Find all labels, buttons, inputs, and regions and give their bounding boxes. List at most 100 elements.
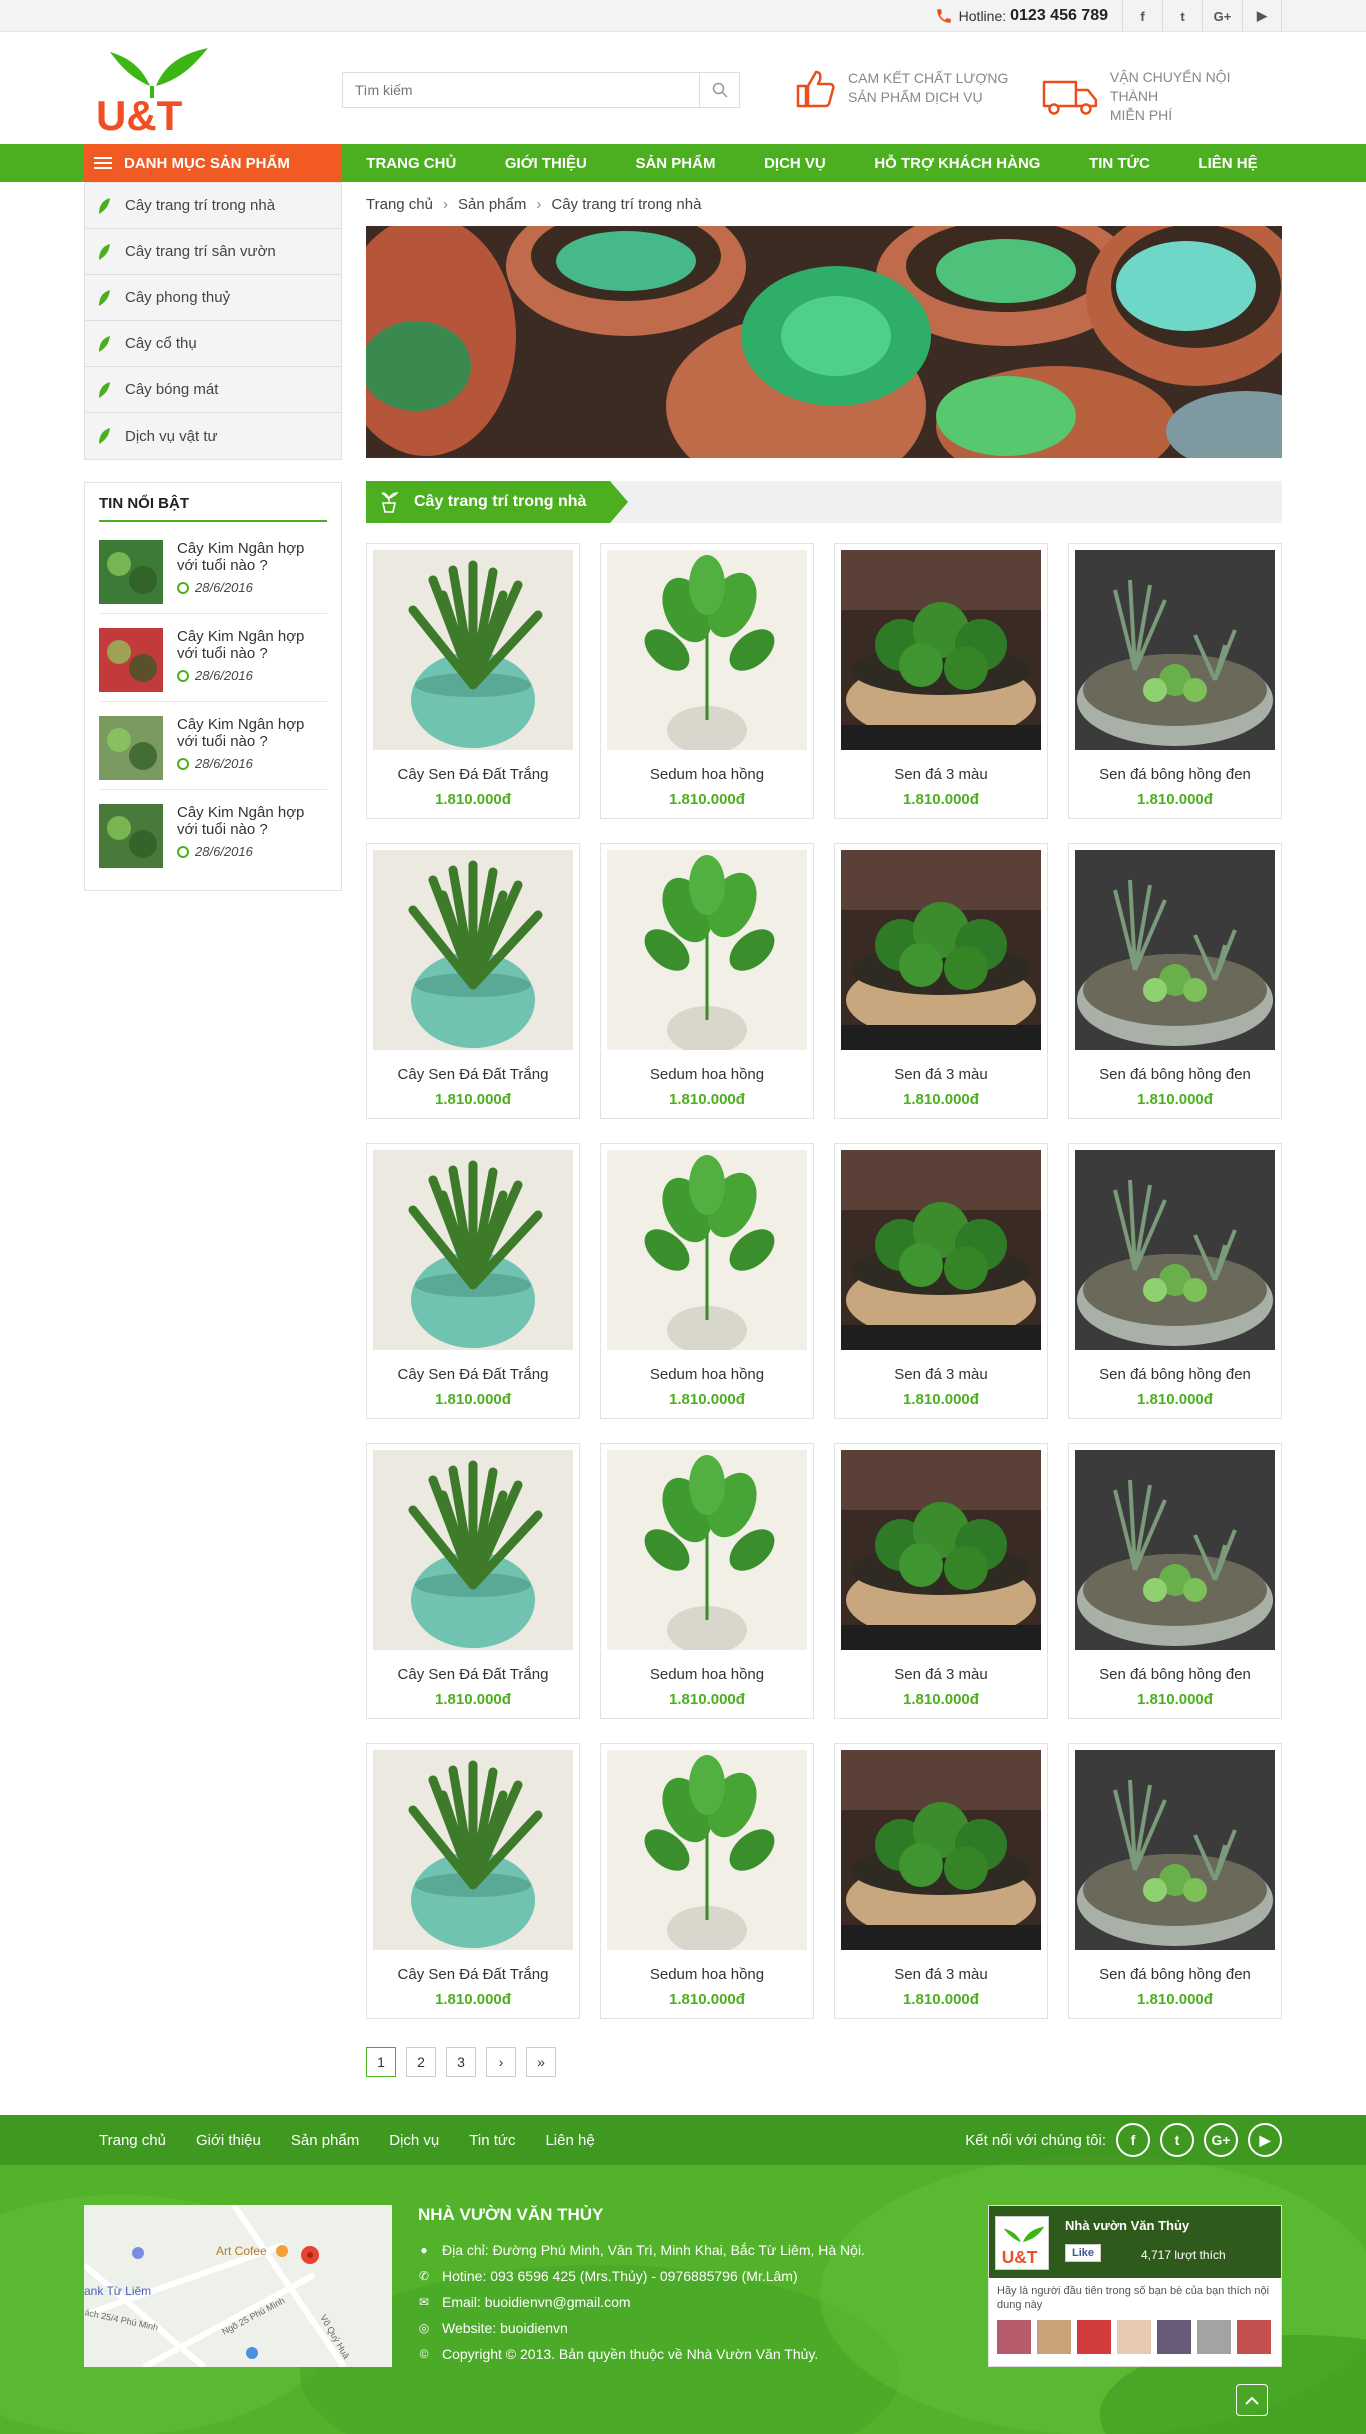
news-item[interactable]: Cây Kim Ngân hợp với tuổi nào ? 28/6/2016	[99, 622, 327, 702]
avatar[interactable]	[997, 2320, 1031, 2354]
nav-item-products[interactable]: Sản phẩm	[635, 155, 715, 172]
site-logo[interactable]: U&T	[92, 38, 214, 136]
nav-item-services[interactable]: Dịch vụ	[764, 155, 826, 172]
facebook-icon[interactable]: f	[1122, 0, 1162, 32]
product-name[interactable]: Sen đá bông hồng đen	[1075, 1966, 1275, 1983]
avatar[interactable]	[1117, 2320, 1151, 2354]
back-to-top-button[interactable]	[1236, 2384, 1268, 2416]
product-card[interactable]: Sedum hoa hồng 1.810.000đ	[600, 1143, 814, 1419]
product-image[interactable]	[607, 1450, 807, 1650]
product-card[interactable]: Sen đá bông hồng đen 1.810.000đ	[1068, 843, 1282, 1119]
product-image[interactable]	[841, 1450, 1041, 1650]
youtube-icon[interactable]: ▶	[1242, 0, 1282, 32]
facebook-page-widget[interactable]: U&T Nhà vườn Văn Thủy Like 4,717 lượt th…	[988, 2205, 1282, 2367]
product-name[interactable]: Cây Sen Đá Đất Trắng	[373, 1666, 573, 1683]
product-name[interactable]: Sen đá 3 màu	[841, 1966, 1041, 1983]
product-card[interactable]: Sen đá 3 màu 1.810.000đ	[834, 543, 1048, 819]
product-card[interactable]: Sen đá 3 màu 1.810.000đ	[834, 1143, 1048, 1419]
product-image[interactable]	[607, 550, 807, 750]
avatar[interactable]	[1197, 2320, 1231, 2354]
news-item[interactable]: Cây Kim Ngân hợp với tuổi nào ? 28/6/2016	[99, 534, 327, 614]
google-plus-icon[interactable]: G+	[1204, 2123, 1238, 2157]
product-image[interactable]	[1075, 1150, 1275, 1350]
product-card[interactable]: Sen đá 3 màu 1.810.000đ	[834, 1443, 1048, 1719]
product-card[interactable]: Sen đá 3 màu 1.810.000đ	[834, 1743, 1048, 2019]
product-card[interactable]: Cây Sen Đá Đất Trắng 1.810.000đ	[366, 843, 580, 1119]
product-card[interactable]: Sen đá bông hồng đen 1.810.000đ	[1068, 1743, 1282, 2019]
product-image[interactable]	[1075, 1450, 1275, 1650]
hotline-number[interactable]: 0123 456 789	[1010, 7, 1108, 25]
category-item[interactable]: Cây cổ thụ	[85, 321, 341, 367]
page-3-button[interactable]: 3	[446, 2047, 476, 2077]
nav-item-news[interactable]: Tin tức	[1089, 155, 1150, 172]
product-name[interactable]: Cây Sen Đá Đất Trắng	[373, 1366, 573, 1383]
avatar[interactable]	[1237, 2320, 1271, 2354]
product-name[interactable]: Sen đá 3 màu	[841, 1066, 1041, 1083]
news-title[interactable]: Cây Kim Ngân hợp với tuổi nào ?	[177, 804, 327, 838]
product-image[interactable]	[373, 1750, 573, 1950]
nav-item-support[interactable]: Hỗ trợ khách hàng	[874, 155, 1040, 172]
twitter-icon[interactable]: t	[1160, 2123, 1194, 2157]
website-text[interactable]: Website: buoidienvn	[442, 2315, 568, 2341]
product-name[interactable]: Sedum hoa hồng	[607, 1066, 807, 1083]
footer-link-products[interactable]: Sản phẩm	[291, 2132, 359, 2149]
product-card[interactable]: Cây Sen Đá Đất Trắng 1.810.000đ	[366, 1743, 580, 2019]
footer-link-home[interactable]: Trang chủ	[99, 2132, 166, 2149]
news-item[interactable]: Cây Kim Ngân hợp với tuổi nào ? 28/6/2016	[99, 710, 327, 790]
product-card[interactable]: Sen đá 3 màu 1.810.000đ	[834, 843, 1048, 1119]
footer-link-news[interactable]: Tin tức	[469, 2132, 515, 2149]
product-name[interactable]: Cây Sen Đá Đất Trắng	[373, 1966, 573, 1983]
product-image[interactable]	[841, 1150, 1041, 1350]
product-image[interactable]	[1075, 1750, 1275, 1950]
product-card[interactable]: Sedum hoa hồng 1.810.000đ	[600, 843, 814, 1119]
product-image[interactable]	[841, 550, 1041, 750]
nav-item-home[interactable]: Trang chủ	[366, 155, 456, 172]
footer-link-contact[interactable]: Liên hệ	[545, 2132, 594, 2149]
search-input[interactable]	[343, 73, 699, 107]
product-name[interactable]: Sen đá bông hồng đen	[1075, 766, 1275, 783]
page-1-button[interactable]: 1	[366, 2047, 396, 2077]
news-thumbnail[interactable]	[99, 628, 163, 692]
product-image[interactable]	[607, 850, 807, 1050]
location-map[interactable]: Art Cofee ank Từ Liêm Ngõ 25 Phú Minh ác…	[84, 2205, 392, 2367]
product-card[interactable]: Sen đá bông hồng đen 1.810.000đ	[1068, 543, 1282, 819]
product-name[interactable]: Sen đá 3 màu	[841, 1666, 1041, 1683]
product-image[interactable]	[373, 550, 573, 750]
product-card[interactable]: Sedum hoa hồng 1.810.000đ	[600, 1443, 814, 1719]
product-image[interactable]	[373, 1450, 573, 1650]
product-card[interactable]: Sedum hoa hồng 1.810.000đ	[600, 1743, 814, 2019]
product-image[interactable]	[607, 1150, 807, 1350]
product-card[interactable]: Cây Sen Đá Đất Trắng 1.810.000đ	[366, 1443, 580, 1719]
avatar[interactable]	[1037, 2320, 1071, 2354]
category-item[interactable]: Dịch vụ vật tư	[85, 413, 341, 459]
google-plus-icon[interactable]: G+	[1202, 0, 1242, 32]
product-image[interactable]	[841, 850, 1041, 1050]
product-image[interactable]	[841, 1750, 1041, 1950]
product-card[interactable]: Sedum hoa hồng 1.810.000đ	[600, 543, 814, 819]
product-image[interactable]	[1075, 850, 1275, 1050]
product-card[interactable]: Sen đá bông hồng đen 1.810.000đ	[1068, 1443, 1282, 1719]
product-name[interactable]: Sen đá bông hồng đen	[1075, 1366, 1275, 1383]
news-thumbnail[interactable]	[99, 804, 163, 868]
news-item[interactable]: Cây Kim Ngân hợp với tuổi nào ? 28/6/2016	[99, 798, 327, 878]
category-item[interactable]: Cây trang trí sân vườn	[85, 229, 341, 275]
nav-item-contact[interactable]: Liên hệ	[1198, 155, 1257, 172]
fb-page-name[interactable]: Nhà vườn Văn Thủy	[1065, 2218, 1189, 2233]
product-name[interactable]: Sen đá 3 màu	[841, 766, 1041, 783]
email-text[interactable]: Email: buoidienvn@gmail.com	[442, 2289, 631, 2315]
avatar[interactable]	[1157, 2320, 1191, 2354]
product-image[interactable]	[373, 850, 573, 1050]
product-name[interactable]: Sedum hoa hồng	[607, 1366, 807, 1383]
search-button[interactable]	[699, 73, 739, 107]
product-card[interactable]: Sen đá bông hồng đen 1.810.000đ	[1068, 1143, 1282, 1419]
category-item[interactable]: Cây bóng mát	[85, 367, 341, 413]
product-image[interactable]	[1075, 550, 1275, 750]
category-item[interactable]: Cây trang trí trong nhà	[85, 183, 341, 229]
news-title[interactable]: Cây Kim Ngân hợp với tuổi nào ?	[177, 540, 327, 574]
category-menu-button[interactable]: Danh mục sản phẩm	[84, 144, 342, 182]
product-card[interactable]: Cây Sen Đá Đất Trắng 1.810.000đ	[366, 1143, 580, 1419]
breadcrumb-products[interactable]: Sản phẩm	[458, 196, 526, 213]
twitter-icon[interactable]: t	[1162, 0, 1202, 32]
category-item[interactable]: Cây phong thuỷ	[85, 275, 341, 321]
facebook-icon[interactable]: f	[1116, 2123, 1150, 2157]
